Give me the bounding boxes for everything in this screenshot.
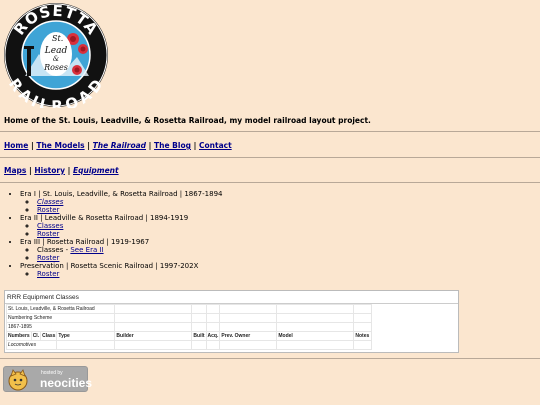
nav-maps[interactable]: Maps [4, 166, 26, 175]
logo-roses-text: Roses [43, 63, 68, 72]
nav-history[interactable]: History [34, 166, 65, 175]
era-link-item: Classes [37, 222, 222, 230]
sheet-title: RRR Equipment Classes [5, 291, 458, 304]
era-item: Era III | Rosetta Railroad | 1919-1967 C… [20, 238, 222, 262]
nav-home[interactable]: Home [4, 141, 28, 150]
nav-separator: | [28, 166, 32, 175]
era-title: Era II | Leadville & Rosetta Railroad | … [20, 214, 189, 222]
era-3-see-era-ii-link[interactable]: See Era II [70, 246, 103, 254]
neocities-badge[interactable]: hosted by neocities [3, 366, 92, 392]
col-header: Prev. Owner [219, 331, 278, 341]
nav-the-models[interactable]: The Models [36, 141, 84, 150]
divider [0, 182, 540, 183]
col-header: Built [191, 331, 207, 341]
era-item: Preservation | Rosetta Scenic Railroad |… [20, 262, 222, 278]
sheet-row-label: Numbering Scheme [5, 313, 116, 323]
era-2-roster-link[interactable]: Roster [37, 230, 59, 238]
nav-the-railroad[interactable]: The Railroad [93, 141, 146, 150]
neocities-cat-icon [8, 369, 28, 391]
nav-separator: | [67, 166, 71, 175]
sheet-row-label: 1867-1895 [5, 322, 116, 332]
era-link-item: Roster [37, 270, 222, 278]
nav-the-blog[interactable]: The Blog [154, 141, 191, 150]
nav-contact[interactable]: Contact [199, 141, 232, 150]
primary-nav: Home | The Models | The Railroad | The B… [4, 141, 232, 150]
col-header: Numbers [6, 331, 32, 341]
divider [0, 358, 540, 359]
preservation-roster-link[interactable]: Roster [37, 270, 59, 278]
era-link-item: Roster [37, 230, 222, 238]
nav-separator: | [30, 141, 34, 150]
col-header: Cl. [30, 331, 42, 341]
nav-separator: | [193, 141, 197, 150]
intro-text: Home of the St. Louis, Leadville, & Rose… [4, 116, 371, 125]
divider [0, 131, 540, 132]
col-header: Notes [353, 331, 373, 341]
col-header: Class [40, 331, 58, 341]
equipment-sheet-embed[interactable]: RRR Equipment Classes St. Louis, Leadvil… [4, 290, 459, 353]
era-link-item: Roster [37, 254, 222, 262]
col-header: Builder [114, 331, 193, 341]
nav-separator: | [87, 141, 90, 150]
era-link-item: Roster [37, 206, 222, 214]
era-link-item: Classes - See Era II [37, 246, 222, 254]
rosetta-railroad-logo[interactable]: ROSETTA RAILROAD St. Lead & Roses [3, 2, 109, 108]
era-title: Era III | Rosetta Railroad | 1919-1967 [20, 238, 150, 246]
era-3-classes-label: Classes - [37, 246, 71, 254]
era-3-roster-link[interactable]: Roster [37, 254, 59, 262]
era-title: Era I | St. Louis, Leadville, & Rosetta … [20, 190, 223, 198]
equipment-table: St. Louis, Leadville, & Rosetta Railroad… [5, 304, 373, 350]
era-title: Preservation | Rosetta Scenic Railroad |… [20, 262, 199, 270]
rose-icon [72, 65, 82, 75]
era-link-item: Classes [37, 198, 222, 206]
divider [0, 157, 540, 158]
secondary-nav: Maps | History | Equipment [4, 166, 119, 175]
col-header: Type [56, 331, 116, 341]
logo-st-text: St. [52, 34, 63, 43]
era-1-roster-link[interactable]: Roster [37, 206, 59, 214]
nav-equipment[interactable]: Equipment [73, 166, 119, 175]
col-header: Model [276, 331, 355, 341]
nav-separator: | [148, 141, 152, 150]
logo-amp-text: & [53, 55, 59, 63]
era-item: Era I | St. Louis, Leadville, & Rosetta … [20, 190, 222, 214]
sheet-header-row: Numbers Cl. Class Type Builder Built Acq… [6, 331, 373, 341]
era-1-classes-link[interactable]: Classes [37, 198, 63, 206]
eras-list: Era I | St. Louis, Leadville, & Rosetta … [20, 190, 222, 278]
col-header: Acq. [205, 331, 221, 341]
sheet-row-label: St. Louis, Leadville, & Rosetta Railroad [5, 304, 116, 314]
era-item: Era II | Leadville & Rosetta Railroad | … [20, 214, 222, 238]
badge-neocities-text: neocities [40, 376, 93, 390]
era-2-classes-link[interactable]: Classes [37, 222, 63, 230]
sheet-section-label: Locomotives [5, 340, 58, 350]
